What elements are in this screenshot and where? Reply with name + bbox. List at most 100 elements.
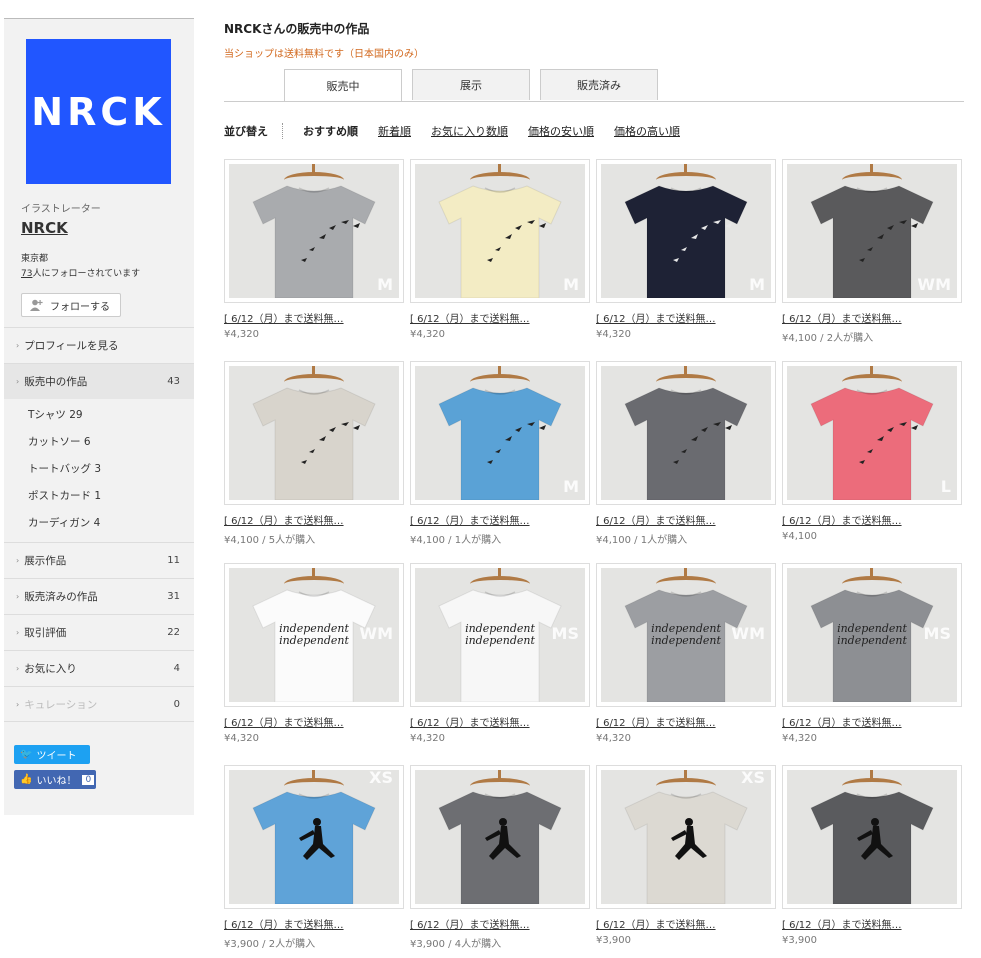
menu-on-sale[interactable]: › 販売中の作品 43 [4, 363, 194, 399]
product-title-link[interactable]: [ 6/12（月）まで送料無… [224, 310, 404, 325]
menu-curation: › キュレーション 0 [4, 686, 194, 722]
product-card[interactable]: [ 6/12（月）まで送料無… ¥4,100 / 5人が購入 [224, 361, 404, 546]
size-watermark: M [749, 275, 765, 294]
product-thumbnail[interactable]: WM [782, 159, 962, 303]
tab-on-sale[interactable]: 販売中 [284, 69, 402, 101]
product-thumbnail[interactable]: XS [224, 765, 404, 909]
subcategory-postcard[interactable]: ポストカード 1 [4, 482, 194, 509]
follow-button[interactable]: フォローする [21, 293, 121, 317]
product-photo: L [787, 366, 957, 500]
sort-newest[interactable]: 新着順 [378, 123, 411, 139]
menu-count: 0 [173, 698, 180, 710]
product-title-link[interactable]: [ 6/12（月）まで送料無… [410, 916, 590, 931]
product-card[interactable]: independent independent MS [ 6/12（月）まで送料無… [782, 563, 962, 744]
product-title-link[interactable]: [ 6/12（月）まで送料無… [782, 916, 962, 931]
product-thumbnail[interactable] [782, 765, 962, 909]
facebook-like-button[interactable]: 👍 いいね！ 0 [14, 770, 96, 789]
subcategory-cutsew[interactable]: カットソー 6 [4, 428, 194, 455]
product-card[interactable]: XS [ 6/12（月）まで送料無… ¥3,900 [596, 765, 776, 946]
product-thumbnail[interactable]: independent independent MS [782, 563, 962, 707]
product-title-link[interactable]: [ 6/12（月）まで送料無… [410, 512, 590, 527]
product-thumbnail[interactable]: independent independent MS [410, 563, 590, 707]
product-title-link[interactable]: [ 6/12（月）まで送料無… [782, 714, 962, 729]
product-title-link[interactable]: [ 6/12（月）まで送料無… [224, 512, 404, 527]
sort-price-low[interactable]: 価格の安い順 [528, 123, 594, 139]
product-card[interactable]: M [ 6/12（月）まで送料無… ¥4,320 [596, 159, 776, 340]
product-card[interactable]: L [ 6/12（月）まで送料無… ¥4,100 [782, 361, 962, 542]
product-title-link[interactable]: [ 6/12（月）まで送料無… [410, 714, 590, 729]
tweet-button[interactable]: 🐦 ツイート [14, 745, 90, 764]
product-photo: M [415, 366, 585, 500]
product-title-link[interactable]: [ 6/12（月）まで送料無… [224, 916, 404, 931]
menu-profile[interactable]: › プロフィールを見る [4, 327, 194, 363]
product-thumbnail[interactable]: M [410, 159, 590, 303]
subcategory-tshirt[interactable]: Tシャツ 29 [4, 401, 194, 428]
product-price: ¥4,320 [410, 329, 445, 340]
sort-recommended[interactable]: おすすめ順 [303, 123, 358, 139]
menu-favorites[interactable]: › お気に入り 4 [4, 650, 194, 686]
subcategory-cardigan[interactable]: カーディガン 4 [4, 509, 194, 536]
product-card[interactable]: [ 6/12（月）まで送料無… ¥3,900 [782, 765, 962, 946]
creator-role: イラストレーター [21, 204, 101, 215]
product-card[interactable]: independent independent WM [ 6/12（月）まで送料無… [224, 563, 404, 744]
product-price: ¥4,320 [782, 733, 817, 744]
product-card[interactable]: independent independent MS [ 6/12（月）まで送料無… [410, 563, 590, 744]
product-card[interactable]: independent independent WM [ 6/12（月）まで送料無… [596, 563, 776, 744]
product-card[interactable]: [ 6/12（月）まで送料無… ¥3,900 / 4人が購入 [410, 765, 590, 950]
add-user-icon [30, 299, 43, 311]
sort-bar: 並び替え おすすめ順 新着順 お気に入り数順 価格の安い順 価格の高い順 [224, 122, 700, 140]
menu-reviews[interactable]: › 取引評価 22 [4, 614, 194, 650]
product-thumbnail[interactable] [410, 765, 590, 909]
product-photo: M [601, 164, 771, 298]
product-thumbnail[interactable]: L [782, 361, 962, 505]
menu-exhibition[interactable]: › 展示作品 11 [4, 542, 194, 578]
shop-logo[interactable]: NRCK [26, 39, 171, 184]
menu-sold[interactable]: › 販売済みの作品 31 [4, 578, 194, 614]
menu-count: 31 [167, 591, 180, 602]
product-title-link[interactable]: [ 6/12（月）まで送料無… [782, 512, 962, 527]
tab-sold[interactable]: 販売済み [540, 69, 658, 100]
subcategory-tote[interactable]: トートバッグ 3 [4, 455, 194, 482]
product-card[interactable]: M [ 6/12（月）まで送料無… ¥4,320 [224, 159, 404, 340]
svg-text:independent: independent [651, 634, 721, 647]
tshirt-illustration [252, 185, 376, 298]
product-card[interactable]: [ 6/12（月）まで送料無… ¥4,100 / 1人が購入 [596, 361, 776, 546]
product-thumbnail[interactable] [596, 361, 776, 505]
product-thumbnail[interactable]: independent independent WM [596, 563, 776, 707]
tab-exhibition[interactable]: 展示 [412, 69, 530, 100]
product-price: ¥3,900 [782, 935, 817, 946]
product-thumbnail[interactable]: M [410, 361, 590, 505]
menu-label: お気に入り [24, 663, 77, 675]
product-thumbnail[interactable]: XS [596, 765, 776, 909]
product-thumbnail[interactable]: independent independent WM [224, 563, 404, 707]
size-watermark: WM [917, 275, 951, 294]
tshirt-illustration: independent independent [810, 589, 934, 702]
product-photo: independent independent WM [229, 568, 399, 702]
product-price: ¥4,100 / 5人が購入 [224, 535, 316, 546]
shop-name-link[interactable]: NRCK [21, 219, 68, 237]
shop-sidebar: NRCK イラストレーター NRCK 東京都 73人にフォローされています フォ… [4, 18, 194, 815]
product-price: ¥4,100 [782, 531, 817, 542]
product-title-link[interactable]: [ 6/12（月）まで送料無… [596, 916, 776, 931]
size-watermark: MS [551, 624, 579, 643]
product-title-link[interactable]: [ 6/12（月）まで送料無… [410, 310, 590, 325]
product-title-link[interactable]: [ 6/12（月）まで送料無… [596, 310, 776, 325]
sort-favorites[interactable]: お気に入り数順 [431, 123, 508, 139]
product-card[interactable]: WM [ 6/12（月）まで送料無… ¥4,100 / 2人が購入 [782, 159, 962, 344]
tshirt-illustration: independent independent [624, 589, 748, 702]
product-thumbnail[interactable]: M [596, 159, 776, 303]
product-photo [415, 770, 585, 904]
product-card[interactable]: M [ 6/12（月）まで送料無… ¥4,320 [410, 159, 590, 340]
product-title-link[interactable]: [ 6/12（月）まで送料無… [596, 512, 776, 527]
product-thumbnail[interactable]: M [224, 159, 404, 303]
product-title-link[interactable]: [ 6/12（月）まで送料無… [596, 714, 776, 729]
product-thumbnail[interactable] [224, 361, 404, 505]
followers-count-link[interactable]: 73 [21, 269, 32, 279]
product-card[interactable]: XS [ 6/12（月）まで送料無… ¥3,900 / 2人が購入 [224, 765, 404, 950]
chevron-right-icon: › [16, 592, 20, 601]
product-photo: XS [601, 770, 771, 904]
sort-price-high[interactable]: 価格の高い順 [614, 123, 680, 139]
product-card[interactable]: M [ 6/12（月）まで送料無… ¥4,100 / 1人が購入 [410, 361, 590, 546]
product-title-link[interactable]: [ 6/12（月）まで送料無… [224, 714, 404, 729]
product-title-link[interactable]: [ 6/12（月）まで送料無… [782, 310, 962, 325]
